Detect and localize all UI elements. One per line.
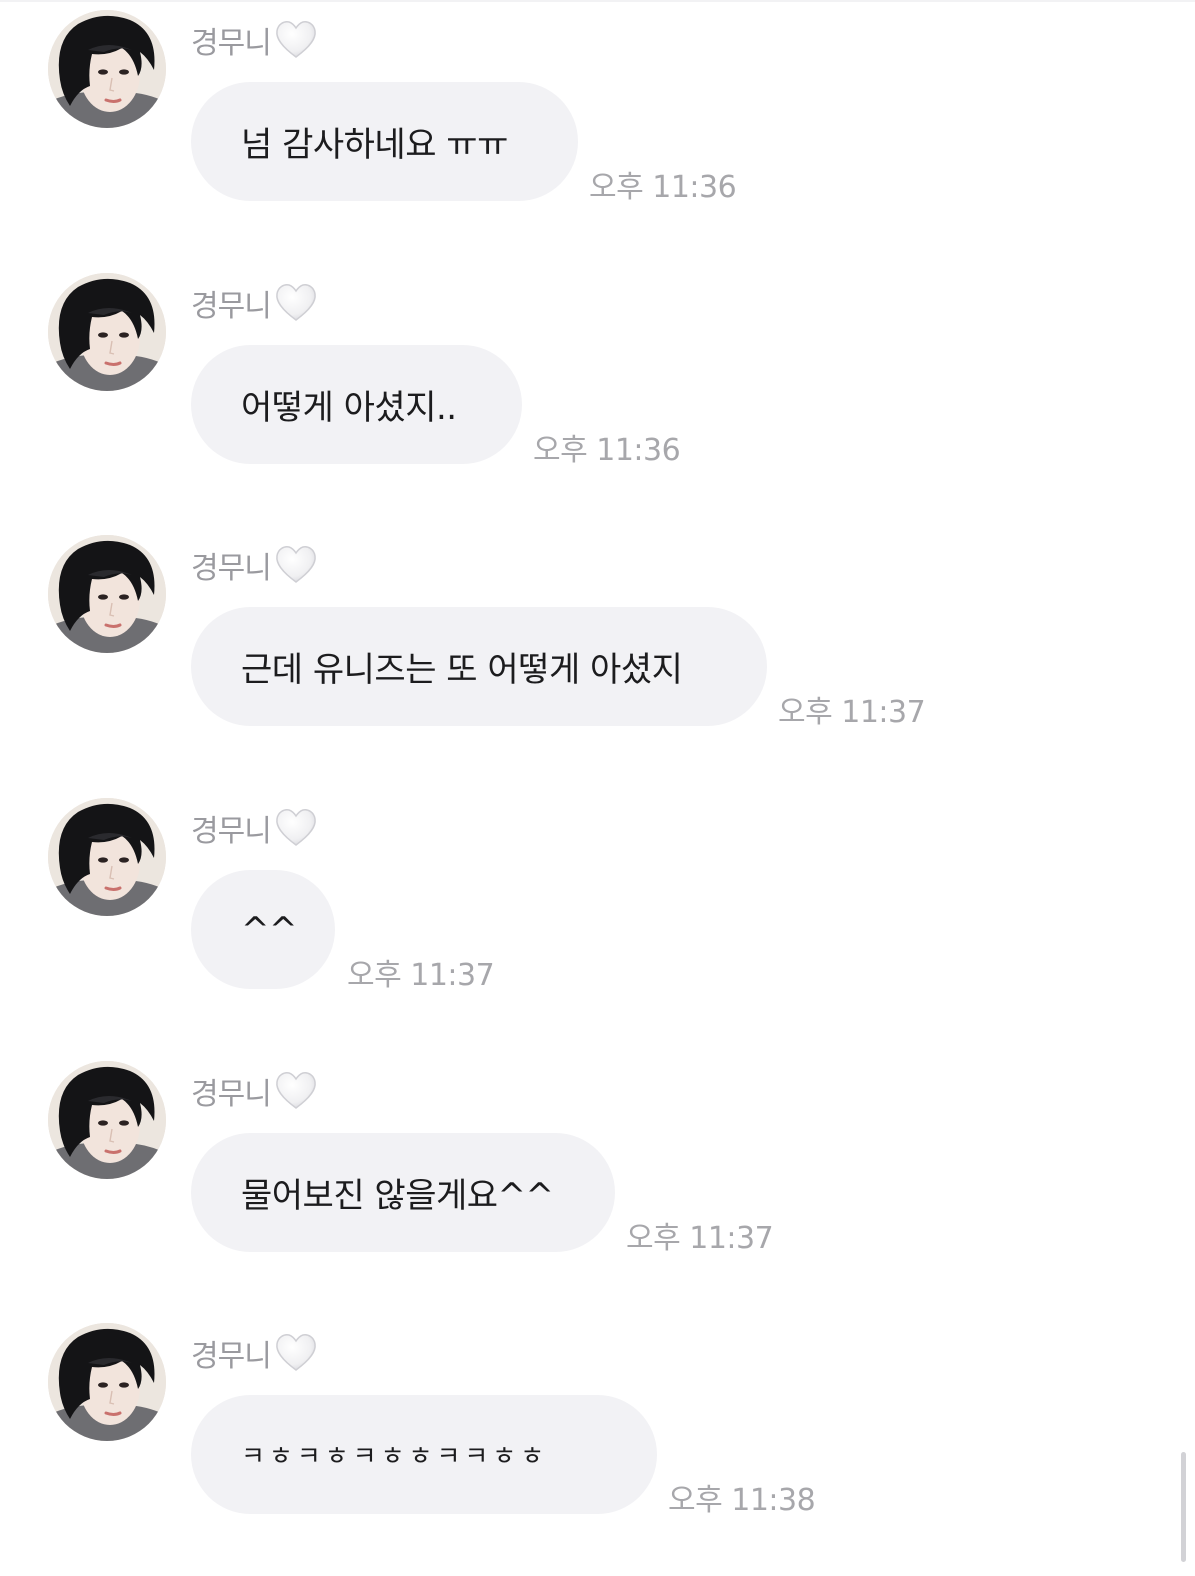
white-heart-icon [275,283,317,323]
sender-name[interactable]: 경무니 [191,806,272,850]
message-bubble[interactable]: 어떻게 아셨지.. [191,345,522,464]
scrollbar[interactable] [1181,1452,1186,1562]
sender-name[interactable]: 경무니 [191,1331,272,1375]
sender-header: 경무니 [191,543,317,587]
sender-header: 경무니 [191,1331,317,1375]
message-row: 경무니 ㅋㅎㅋㅎㅋㅎㅎㅋㅋㅎㅎ 오후 11:38 [0,1313,1195,1575]
message-text: ㅋㅎㅋㅎㅋㅎㅎㅋㅋㅎㅎ [241,1442,549,1472]
message-time: 오후 11:37 [347,958,495,993]
message-bubble[interactable]: ㅋㅎㅋㅎㅋㅎㅎㅋㅋㅎㅎ [191,1395,657,1514]
white-heart-icon [275,1071,317,1111]
avatar[interactable] [48,1061,166,1179]
sender-name[interactable]: 경무니 [191,18,272,62]
message-bubble[interactable]: ^^ [191,870,335,989]
message-row: 경무니 넘 감사하네요 ㅠㅠ 오후 11:36 [0,0,1195,262]
white-heart-icon [275,808,317,848]
message-text: ^^ [241,909,297,950]
avatar[interactable] [48,535,166,653]
message-bubble[interactable]: 물어보진 않을게요^^ [191,1133,615,1252]
message-row: 경무니 근데 유니즈는 또 어떻게 아셨지 오후 11:37 [0,525,1195,787]
sender-header: 경무니 [191,281,317,325]
message-time: 오후 11:38 [668,1483,816,1518]
avatar[interactable] [48,10,166,128]
message-time: 오후 11:37 [778,695,926,730]
message-bubble[interactable]: 근데 유니즈는 또 어떻게 아셨지 [191,607,767,726]
avatar[interactable] [48,273,166,391]
message-time: 오후 11:37 [626,1221,774,1256]
avatar[interactable] [48,1323,166,1441]
sender-header: 경무니 [191,806,317,850]
message-text: 넘 감사하네요 ㅠㅠ [241,125,508,165]
avatar[interactable] [48,798,166,916]
sender-name[interactable]: 경무니 [191,281,272,325]
message-bubble[interactable]: 넘 감사하네요 ㅠㅠ [191,82,578,201]
sender-header: 경무니 [191,18,317,62]
message-row: 경무니 어떻게 아셨지.. 오후 11:36 [0,263,1195,525]
message-row: 경무니 ^^ 오후 11:37 [0,788,1195,1050]
sender-name[interactable]: 경무니 [191,1069,272,1113]
message-row: 경무니 물어보진 않을게요^^ 오후 11:37 [0,1051,1195,1313]
sender-name[interactable]: 경무니 [191,543,272,587]
sender-header: 경무니 [191,1069,317,1113]
message-time: 오후 11:36 [589,170,737,205]
message-text: 물어보진 않을게요^^ [241,1176,554,1216]
white-heart-icon [275,1333,317,1373]
white-heart-icon [275,545,317,585]
message-time: 오후 11:36 [533,433,681,468]
message-text: 어떻게 아셨지.. [241,388,457,428]
message-text: 근데 유니즈는 또 어떻게 아셨지 [241,650,683,690]
white-heart-icon [275,20,317,60]
